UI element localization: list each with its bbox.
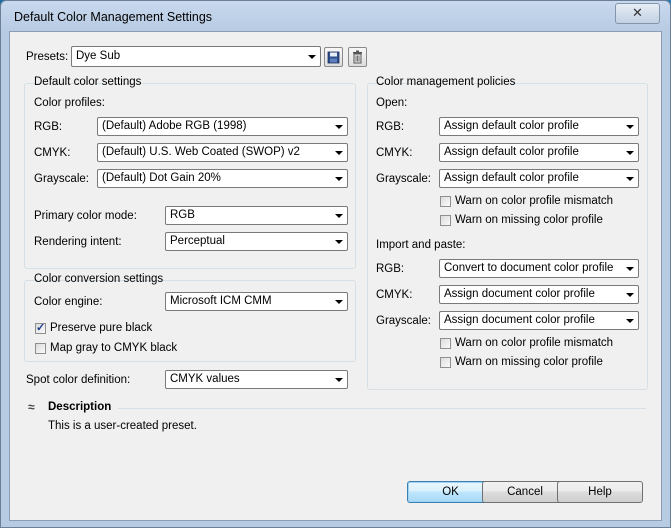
color-conversion-settings-title: Color conversion settings [34,273,164,285]
map-gray-to-cmyk-black-label: Map gray to CMYK black [50,342,178,354]
open-cmyk-value: Assign default color profile [444,146,579,158]
close-button[interactable]: ✕ [615,3,660,24]
import-paste-title: Import and paste: [376,239,466,251]
checkmark-icon: ✓ [36,322,46,334]
open-warn-mismatch-checkbox[interactable] [440,196,451,207]
rgb-profile-value: (Default) Adobe RGB (1998) [102,120,247,132]
spot-color-definition-value: CMYK values [170,373,240,385]
open-grayscale-label: Grayscale: [376,173,431,185]
import-grayscale-value: Assign document color profile [444,314,595,326]
dialog-window: Default Color Management Settings ✕ Pres… [0,0,671,528]
ok-button[interactable]: OK [407,481,494,503]
cmyk-profile-dropdown[interactable]: (Default) U.S. Web Coated (SWOP) v2 [97,143,348,162]
description-text: This is a user-created preset. [48,420,197,432]
open-warn-missing-checkbox[interactable] [440,215,451,226]
chevron-down-icon [335,214,343,218]
rgb-profile-dropdown[interactable]: (Default) Adobe RGB (1998) [97,117,348,136]
color-engine-dropdown[interactable]: Microsoft ICM CMM [165,292,348,311]
open-grayscale-value: Assign default color profile [444,172,579,184]
description-title: Description [48,401,112,413]
open-warn-mismatch-label: Warn on color profile mismatch [455,195,614,207]
presets-value: Dye Sub [76,50,121,62]
chevron-down-icon [335,240,343,244]
spot-color-definition-label: Spot color definition: [26,374,131,386]
chevron-down-icon [335,177,343,181]
open-grayscale-dropdown[interactable]: Assign default color profile [439,169,639,188]
dialog-client: Presets: Dye Sub Default color settings [9,31,662,521]
color-engine-label: Color engine: [34,296,103,308]
trash-icon [353,50,362,64]
save-preset-button[interactable] [324,47,343,67]
primary-color-mode-value: RGB [170,209,195,221]
import-cmyk-value: Assign document color profile [444,288,595,300]
cancel-button[interactable]: Cancel [482,481,568,503]
chevron-down-icon [626,177,634,181]
description-divider [118,408,646,409]
open-title: Open: [376,97,408,109]
open-rgb-dropdown[interactable]: Assign default color profile [439,117,639,136]
chevron-down-icon [335,125,343,129]
close-icon: ✕ [632,5,643,20]
cmyk-profile-label: CMYK: [34,147,71,159]
open-rgb-label: RGB: [376,121,405,133]
import-cmyk-dropdown[interactable]: Assign document color profile [439,285,639,304]
grayscale-profile-label: Grayscale: [34,173,89,185]
chevron-down-icon [626,267,634,271]
chevron-down-icon [335,378,343,382]
color-management-policies-title: Color management policies [376,76,516,88]
preserve-pure-black-label: Preserve pure black [50,322,153,334]
import-grayscale-label: Grayscale: [376,315,431,327]
import-warn-missing-checkbox[interactable] [440,357,451,368]
title-bar: Default Color Management Settings ✕ [1,1,670,31]
import-rgb-value: Convert to document color profile [444,262,614,274]
import-grayscale-dropdown[interactable]: Assign document color profile [439,311,639,330]
import-cmyk-label: CMYK: [376,289,413,301]
chevron-down-icon [626,319,634,323]
rendering-intent-label: Rendering intent: [34,236,122,248]
preserve-pure-black-checkbox[interactable]: ✓ [35,322,46,334]
cmyk-profile-value: (Default) U.S. Web Coated (SWOP) v2 [102,146,300,158]
color-profiles-title: Color profiles: [34,97,105,109]
primary-color-mode-dropdown[interactable]: RGB [165,206,348,225]
open-rgb-value: Assign default color profile [444,120,579,132]
chevron-down-icon [626,125,634,129]
delete-preset-button[interactable] [348,47,367,67]
presets-dropdown[interactable]: Dye Sub [71,46,321,67]
spot-color-definition-dropdown[interactable]: CMYK values [165,370,348,389]
rendering-intent-dropdown[interactable]: Perceptual [165,232,348,251]
import-rgb-dropdown[interactable]: Convert to document color profile [439,259,639,278]
chevron-down-icon [308,55,316,59]
window-title: Default Color Management Settings [14,10,213,24]
presets-label: Presets: [26,51,69,63]
grayscale-profile-dropdown[interactable]: (Default) Dot Gain 20% [97,169,348,188]
primary-color-mode-label: Primary color mode: [34,210,137,222]
import-warn-mismatch-checkbox[interactable] [440,338,451,349]
chevron-down-icon [626,151,634,155]
help-button[interactable]: Help [557,481,643,503]
open-cmyk-dropdown[interactable]: Assign default color profile [439,143,639,162]
map-gray-to-cmyk-black-checkbox[interactable] [35,343,46,354]
open-warn-missing-label: Warn on missing color profile [455,214,603,226]
rendering-intent-value: Perceptual [170,235,225,247]
default-color-settings-title: Default color settings [34,76,142,88]
color-engine-value: Microsoft ICM CMM [170,295,272,307]
chevron-down-icon [335,300,343,304]
import-rgb-label: RGB: [376,263,405,275]
save-icon [327,51,340,64]
import-warn-missing-label: Warn on missing color profile [455,356,603,368]
grayscale-profile-value: (Default) Dot Gain 20% [102,172,221,184]
open-cmyk-label: CMYK: [376,147,413,159]
chevron-down-icon [626,293,634,297]
import-warn-mismatch-label: Warn on color profile mismatch [455,337,614,349]
chevron-down-icon [335,151,343,155]
rgb-profile-label: RGB: [34,121,63,133]
collapse-chevrons-icon[interactable]: ≈ [28,400,35,414]
